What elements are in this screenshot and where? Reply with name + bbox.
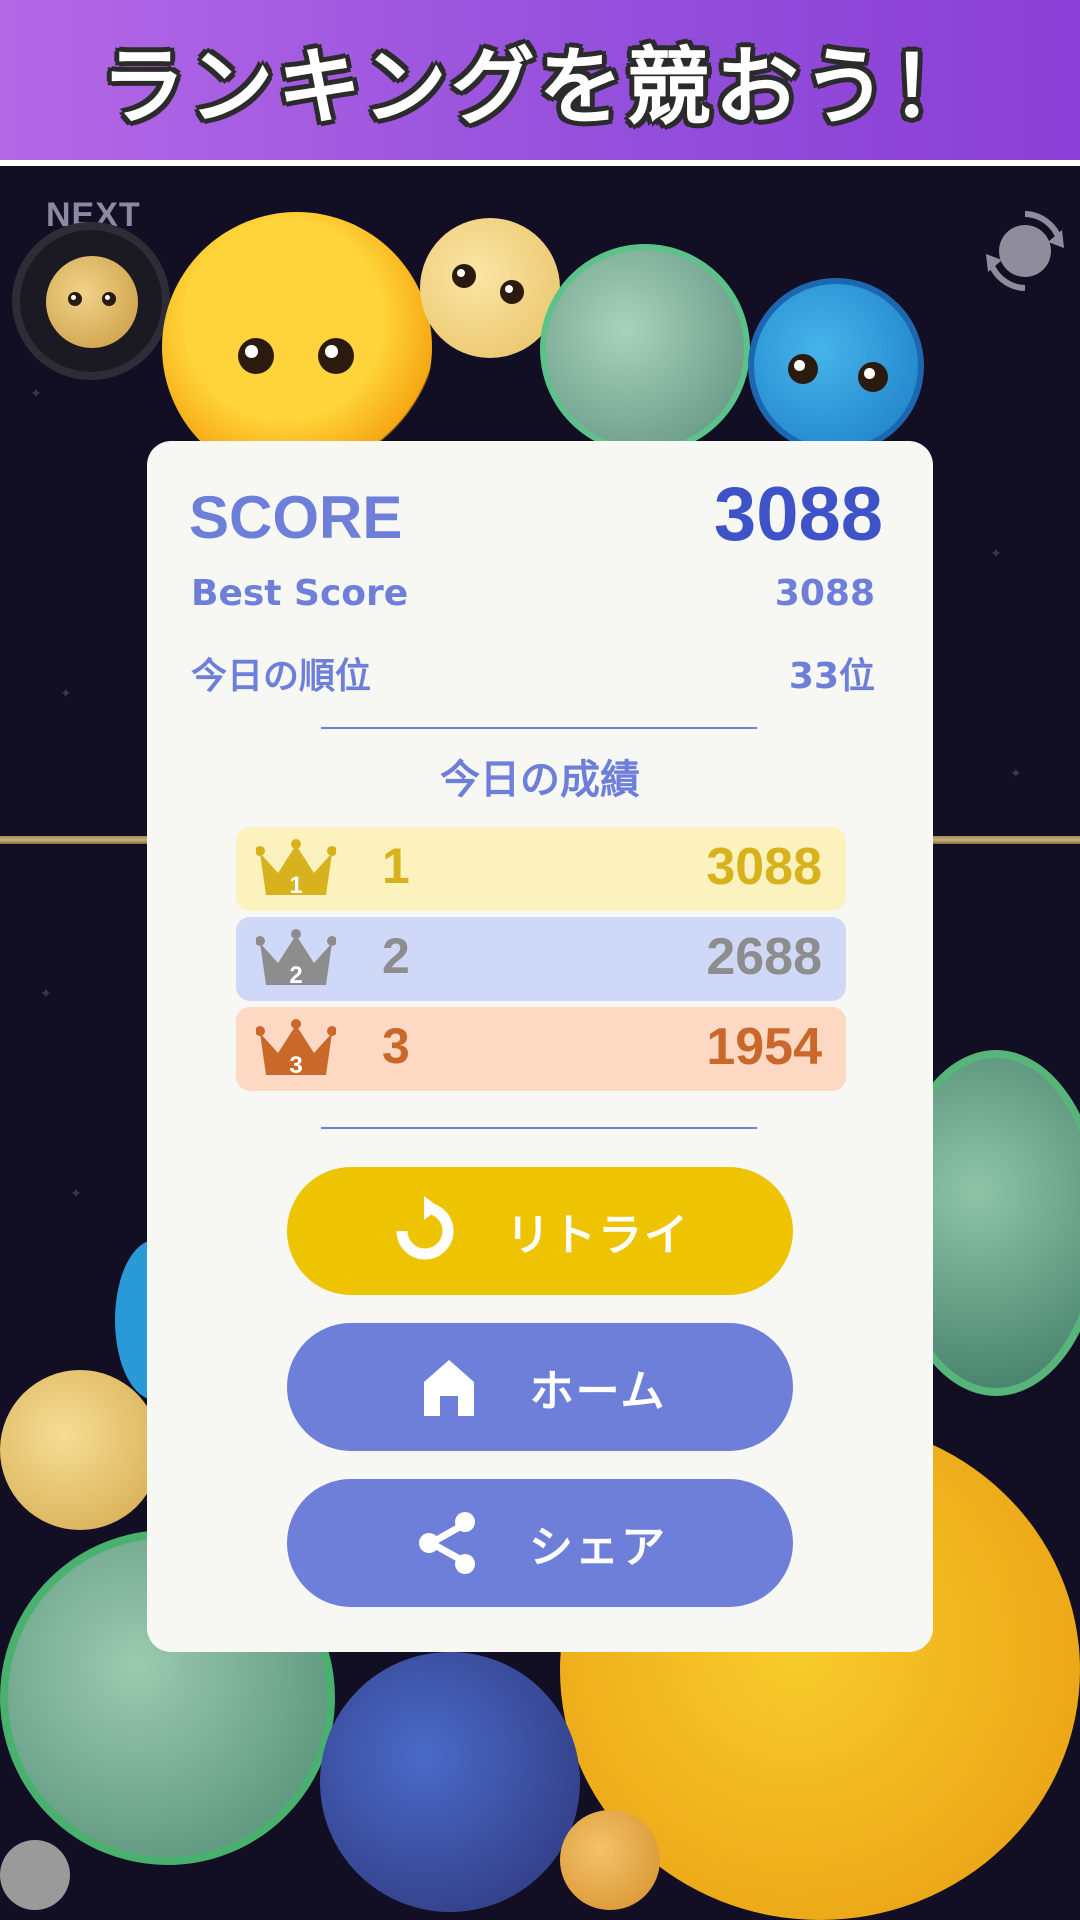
earth-planet-top xyxy=(748,278,924,454)
title-banner: ランキングを競おう！ xyxy=(0,0,1080,166)
next-venus-planet xyxy=(46,256,138,348)
score-label: SCORE xyxy=(189,484,403,551)
moon-planet xyxy=(560,1810,660,1910)
planet-eye xyxy=(858,362,888,392)
today-results-title: 今日の成績 xyxy=(440,757,640,803)
best-score-label: Best Score xyxy=(191,573,409,614)
result-card: SCORE 3088 Best Score 3088 今日の順位 33位 今日の… xyxy=(147,441,933,1652)
share-icon xyxy=(419,1512,475,1574)
planet-eye xyxy=(68,292,82,306)
rank-number: 2 xyxy=(382,928,410,984)
svg-text:3: 3 xyxy=(289,1052,302,1079)
crown-icon: 3 xyxy=(256,1019,336,1079)
home-icon xyxy=(423,1360,474,1416)
uranus-planet-top xyxy=(540,244,750,454)
rank-score: 1954 xyxy=(706,1018,822,1076)
ranking-row: 3 3 1954 xyxy=(236,1007,846,1091)
rank-score: 3088 xyxy=(706,838,822,896)
star: ✦ xyxy=(990,546,1002,562)
today-rank-value: 33位 xyxy=(788,656,875,697)
banner-title: ランキングを競おう！ xyxy=(101,37,979,136)
planet-eye xyxy=(452,264,476,288)
saturn-planet xyxy=(320,1652,580,1912)
divider xyxy=(321,727,757,729)
divider xyxy=(321,1127,757,1129)
ranking-row: 2 2 2688 xyxy=(236,917,846,1001)
star: ✦ xyxy=(1010,766,1022,782)
ranking-row: 1 1 3088 xyxy=(236,827,846,911)
star: ✦ xyxy=(60,686,72,702)
home-button[interactable]: ホーム xyxy=(287,1323,793,1451)
svg-text:1: 1 xyxy=(289,872,302,899)
star: ✦ xyxy=(40,986,52,1002)
planet-eye xyxy=(318,338,354,374)
crown-icon: 2 xyxy=(256,929,336,989)
retry-button[interactable]: リトライ xyxy=(287,1167,793,1295)
rank-number: 3 xyxy=(382,1018,410,1074)
crown-icon: 1 xyxy=(256,839,336,899)
planet-eye xyxy=(788,354,818,384)
reload-button[interactable] xyxy=(980,206,1070,296)
share-button[interactable]: シェア xyxy=(287,1479,793,1607)
rank-score: 2688 xyxy=(706,928,822,986)
venus-planet xyxy=(0,1370,160,1530)
planet-eye xyxy=(102,292,116,306)
venus-planet-top xyxy=(420,218,560,358)
rank-number: 1 xyxy=(382,838,410,894)
planet-eye xyxy=(238,338,274,374)
star: ✦ xyxy=(30,386,42,402)
today-rank-label: 今日の順位 xyxy=(191,656,372,697)
retry-label: リトライ xyxy=(506,1210,690,1261)
home-label: ホーム xyxy=(529,1366,667,1417)
score-value: 3088 xyxy=(713,472,883,557)
star: ✦ xyxy=(70,1186,82,1202)
best-score-value: 3088 xyxy=(774,573,875,614)
svg-text:2: 2 xyxy=(289,962,302,989)
retry-icon xyxy=(396,1196,454,1260)
share-label: シェア xyxy=(529,1522,667,1573)
planet-eye xyxy=(500,280,524,304)
reload-icon xyxy=(986,211,1064,291)
asteroid-planet xyxy=(0,1840,70,1910)
